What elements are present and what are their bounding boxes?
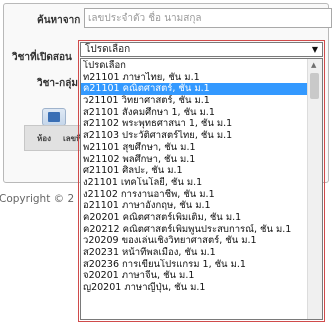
chevron-down-icon[interactable]: ▼ xyxy=(312,43,318,56)
dropdown-option[interactable]: ว21101 วิทยาศาสตร์, ชั้น ม.1 xyxy=(81,95,307,107)
dropdown-option[interactable]: พ21102 พลศึกษา, ชั้น ม.1 xyxy=(81,154,307,166)
dropdown-option[interactable]: ค20201 คณิตศาสตร์เพิ่มเติม, ชั้น ม.1 xyxy=(81,212,307,224)
subject-select[interactable]: โปรดเลือก ▼ xyxy=(80,42,323,57)
group-label: วิชา-กลุ่ม xyxy=(37,78,78,89)
dropdown-option[interactable]: ส21101 สังคมศึกษา 1, ชั้น ม.1 xyxy=(81,107,307,119)
scroll-up-arrow-icon[interactable]: ▲ xyxy=(311,61,316,69)
dropdown-option[interactable]: ส20236 การเขียนโปรแกรม 1, ชั้น ม.1 xyxy=(81,259,307,271)
dropdown-option[interactable]: ว20209 ของเล่นเชิงวิทยาศาสตร์, ชั้น ม.1 xyxy=(81,235,307,247)
dropdown-option[interactable]: ง21102 การงานอาชีพ, ชั้น ม.1 xyxy=(81,189,307,201)
dropdown-option[interactable]: ส20231 หน้าที่พลเมือง, ชั้น ม.1 xyxy=(81,247,307,259)
dropdown-option[interactable]: พ21101 สุขศึกษา, ชั้น ม.1 xyxy=(81,142,307,154)
dropdown-option[interactable]: โปรดเลือก xyxy=(81,60,307,72)
copyright-text: Copyright © 2 xyxy=(0,193,75,205)
search-input[interactable] xyxy=(84,8,332,28)
dropdown-option[interactable]: ง21101 เทคโนโลยี, ชั้น ม.1 xyxy=(81,177,307,189)
column-header-room: ห้อง xyxy=(37,134,51,143)
search-label: ค้นหาจาก xyxy=(37,15,81,26)
floppy-disk-icon xyxy=(48,112,60,122)
dropdown-option[interactable]: ส21102 พระพุทธศาสนา 1, ชั้น ม.1 xyxy=(81,118,307,130)
subject-label: วิชาที่เปิดสอน xyxy=(12,52,72,63)
table-header: ห้อง เลขที่ xyxy=(24,125,84,151)
dropdown-scrollbar[interactable]: ▲ xyxy=(307,59,322,319)
subject-select-value: โปรดเลือก xyxy=(85,44,131,55)
dropdown-option[interactable]: ส21103 ประวัติศาสตร์ไทย, ชั้น ม.1 xyxy=(81,130,307,142)
save-button[interactable] xyxy=(42,108,66,126)
dropdown-option[interactable]: ค21101 คณิตศาสตร์, ชั้น ม.1 xyxy=(81,83,307,96)
option-list: โปรดเลือก ท21101 ภาษาไทย, ชั้น ม.1 ค21101 … xyxy=(81,60,307,294)
scroll-thumb[interactable] xyxy=(310,73,319,99)
dropdown-option[interactable]: ท21101 ภาษาไทย, ชั้น ม.1 xyxy=(81,72,307,84)
subject-dropdown-list[interactable]: โปรดเลือก ท21101 ภาษาไทย, ชั้น ม.1 ค21101 … xyxy=(80,58,323,320)
column-header-number: เลขที่ xyxy=(63,134,82,143)
dropdown-option[interactable]: ญ20201 ภาษาญี่ปุ่น, ชั้น ม.1 xyxy=(81,282,307,294)
dropdown-option[interactable]: จ20201 ภาษาจีน, ชั้น ม.1 xyxy=(81,270,307,282)
dropdown-option[interactable]: ค20212 คณิตศาสตร์เพิ่มพูนประสบการณ์, ชั้… xyxy=(81,224,307,236)
dropdown-option[interactable]: อ21101 ภาษาอังกฤษ, ชั้น ม.1 xyxy=(81,200,307,212)
dropdown-option[interactable]: ศ21101 ศิลปะ, ชั้น ม.1 xyxy=(81,165,307,177)
